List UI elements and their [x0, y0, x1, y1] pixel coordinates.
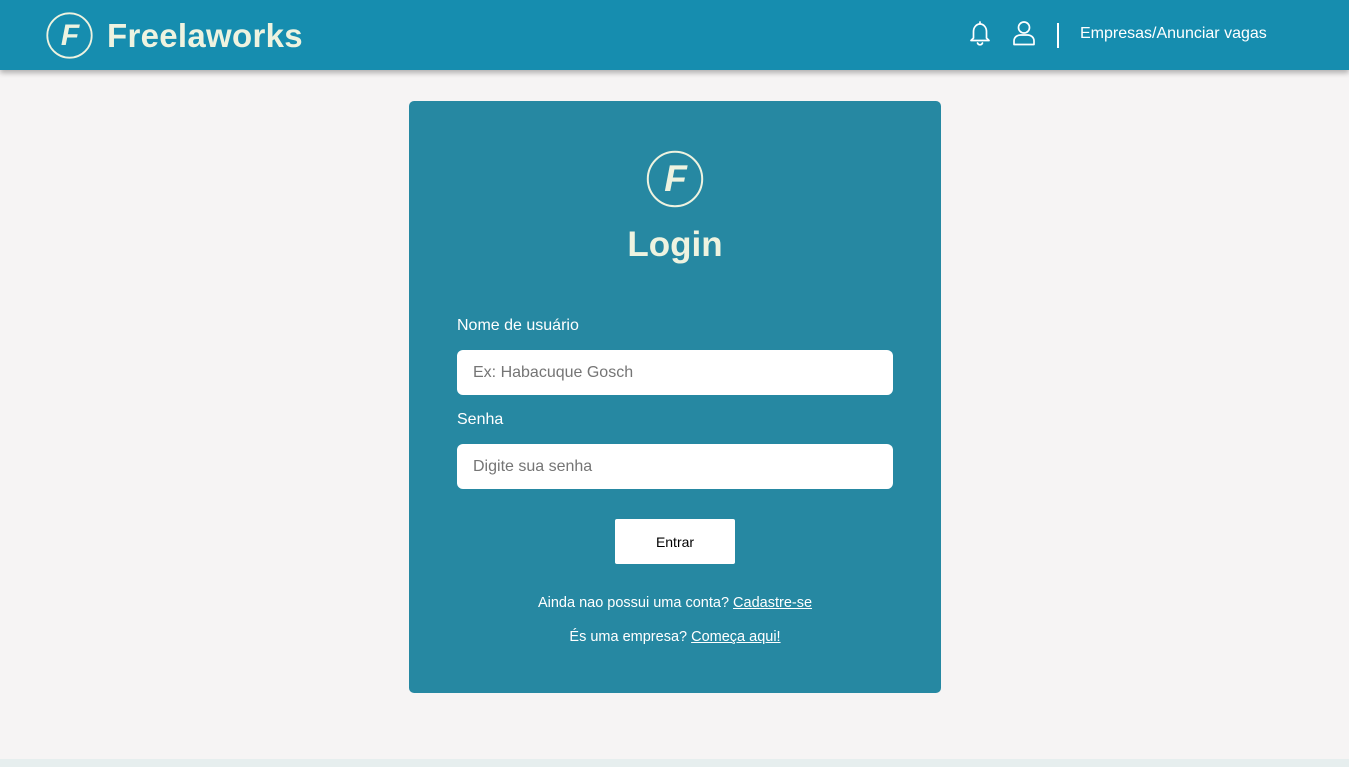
brand-logo-icon: F	[46, 12, 93, 59]
login-logo-letter: F	[664, 158, 688, 199]
company-prompt-text: És uma empresa?	[569, 629, 688, 645]
page-title: Login	[627, 225, 723, 264]
companies-post-jobs-link[interactable]: Empresas/Anunciar vagas	[1080, 25, 1267, 43]
login-submit-button[interactable]: Entrar	[615, 519, 735, 564]
username-input[interactable]	[457, 350, 893, 395]
username-label: Nome de usuário	[457, 317, 579, 334]
user-icon	[1013, 21, 1035, 46]
login-card: F Login Nome de usuário Senha Entrar Ain…	[409, 101, 941, 693]
notifications-button[interactable]	[966, 19, 994, 47]
company-prompt: És uma empresa? Começa aqui!	[409, 629, 941, 645]
signup-link[interactable]: Cadastre-se	[733, 595, 812, 611]
freelaworks-logo-icon: F	[646, 150, 704, 208]
company-start-link[interactable]: Começa aqui!	[691, 629, 780, 645]
login-logo: F	[646, 150, 704, 208]
signup-prompt-text: Ainda nao possui uma conta?	[537, 595, 730, 611]
bell-icon	[970, 21, 990, 46]
top-navbar: F Freelaworks Empresas/Anunciar vagas	[0, 0, 1349, 70]
signup-prompt: Ainda nao possui uma conta? Cadastre-se	[409, 595, 941, 611]
brand-logo-letter: F	[61, 19, 80, 52]
footer-strip	[0, 759, 1349, 767]
brand-name: Freelaworks	[107, 16, 303, 54]
password-input[interactable]	[457, 444, 893, 489]
nav-divider	[1057, 23, 1059, 48]
brand-home-link[interactable]: F Freelaworks	[46, 12, 303, 59]
password-label: Senha	[457, 411, 504, 428]
account-button[interactable]	[1010, 19, 1038, 47]
